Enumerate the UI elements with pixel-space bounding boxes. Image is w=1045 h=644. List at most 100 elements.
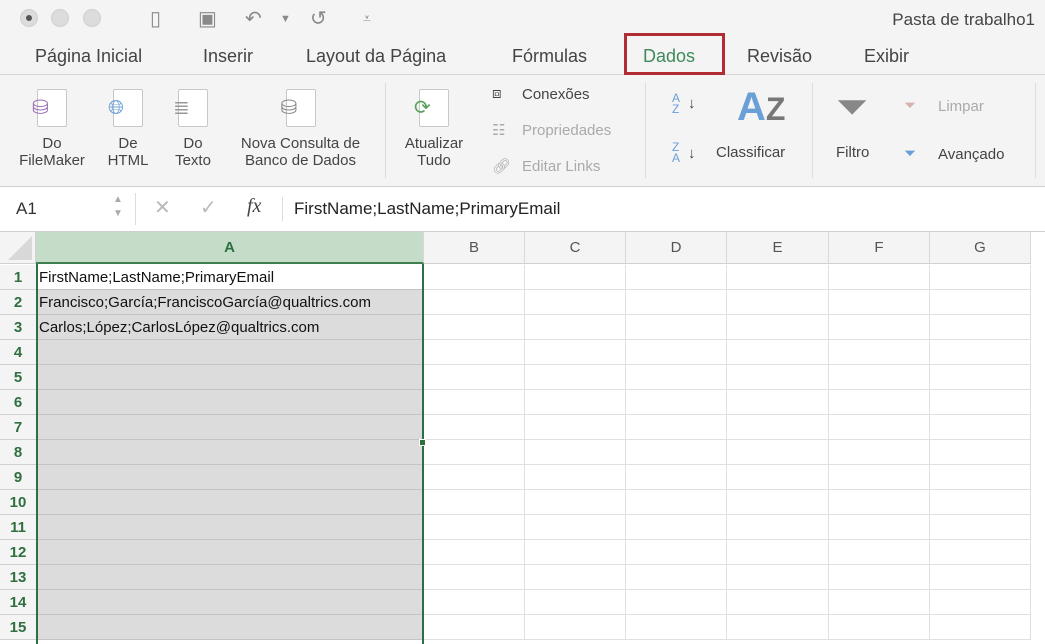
cell-B13[interactable] [424, 565, 525, 590]
cell-D8[interactable] [626, 440, 727, 465]
properties-button[interactable]: Propriedades [522, 122, 611, 139]
cell-G9[interactable] [930, 465, 1031, 490]
cell-C6[interactable] [525, 390, 626, 415]
cell-G8[interactable] [930, 440, 1031, 465]
cell-C7[interactable] [525, 415, 626, 440]
cell-F7[interactable] [829, 415, 930, 440]
row-header-9[interactable]: 9 [0, 465, 36, 490]
cell-B11[interactable] [424, 515, 525, 540]
cell-F3[interactable] [829, 315, 930, 340]
cell-A4[interactable] [36, 340, 424, 365]
cell-E3[interactable] [727, 315, 829, 340]
cell-G12[interactable] [930, 540, 1031, 565]
cell-F2[interactable] [829, 290, 930, 315]
cell-G6[interactable] [930, 390, 1031, 415]
cell-G3[interactable] [930, 315, 1031, 340]
row-header-3[interactable]: 3 [0, 315, 36, 340]
cell-D4[interactable] [626, 340, 727, 365]
cell-G15[interactable] [930, 615, 1031, 640]
zoom-window-button[interactable] [83, 9, 101, 27]
name-box[interactable]: A1 [16, 199, 37, 219]
cell-F5[interactable] [829, 365, 930, 390]
tab-exibir[interactable]: Exibir [864, 46, 909, 67]
select-all-button[interactable] [0, 232, 36, 264]
cell-F6[interactable] [829, 390, 930, 415]
cell-B8[interactable] [424, 440, 525, 465]
redo-icon[interactable]: ↺ [310, 6, 327, 31]
cell-F4[interactable] [829, 340, 930, 365]
advanced-button[interactable]: Avançado [938, 146, 1004, 163]
cell-D9[interactable] [626, 465, 727, 490]
cell-G13[interactable] [930, 565, 1031, 590]
cell-E5[interactable] [727, 365, 829, 390]
cell-B3[interactable] [424, 315, 525, 340]
confirm-icon[interactable]: ✓ [200, 195, 217, 220]
cell-G10[interactable] [930, 490, 1031, 515]
refresh-all-button[interactable]: ⟳ Atualizar Tudo [395, 89, 473, 169]
cell-D1[interactable] [626, 265, 727, 290]
cell-F15[interactable] [829, 615, 930, 640]
column-header-E[interactable]: E [727, 232, 829, 264]
cell-E13[interactable] [727, 565, 829, 590]
row-header-12[interactable]: 12 [0, 540, 36, 565]
cell-C10[interactable] [525, 490, 626, 515]
row-header-14[interactable]: 14 [0, 590, 36, 615]
cell-A12[interactable] [36, 540, 424, 565]
column-header-D[interactable]: D [626, 232, 727, 264]
cell-D14[interactable] [626, 590, 727, 615]
cell-B5[interactable] [424, 365, 525, 390]
cell-C5[interactable] [525, 365, 626, 390]
column-header-A[interactable]: A [36, 232, 424, 264]
cell-B4[interactable] [424, 340, 525, 365]
cell-G2[interactable] [930, 290, 1031, 315]
cell-E1[interactable] [727, 265, 829, 290]
cell-E4[interactable] [727, 340, 829, 365]
cell-A3[interactable]: Carlos;López;CarlosLópez@qualtrics.com [36, 315, 424, 340]
close-window-button[interactable] [20, 9, 38, 27]
column-header-F[interactable]: F [829, 232, 930, 264]
sort-button[interactable]: Classificar [716, 144, 785, 161]
cell-D15[interactable] [626, 615, 727, 640]
cell-A2[interactable]: Francisco;García;FranciscoGarcía@qualtri… [36, 290, 424, 315]
cell-A1[interactable]: FirstName;LastName;PrimaryEmail [36, 265, 424, 290]
row-header-5[interactable]: 5 [0, 365, 36, 390]
cell-C2[interactable] [525, 290, 626, 315]
row-header-11[interactable]: 11 [0, 515, 36, 540]
cell-D3[interactable] [626, 315, 727, 340]
row-header-13[interactable]: 13 [0, 565, 36, 590]
sort-descending-button[interactable]: Z A [672, 141, 684, 164]
cell-B9[interactable] [424, 465, 525, 490]
cell-C8[interactable] [525, 440, 626, 465]
cell-D5[interactable] [626, 365, 727, 390]
filter-button[interactable]: Filtro [836, 144, 869, 161]
row-header-4[interactable]: 4 [0, 340, 36, 365]
row-header-1[interactable]: 1 [0, 265, 36, 290]
cell-C13[interactable] [525, 565, 626, 590]
sidebar-toggle-icon[interactable]: ▯ [150, 6, 161, 31]
cell-A10[interactable] [36, 490, 424, 515]
cell-A11[interactable] [36, 515, 424, 540]
tab-revisao[interactable]: Revisão [747, 46, 812, 67]
row-header-8[interactable]: 8 [0, 440, 36, 465]
cell-D11[interactable] [626, 515, 727, 540]
cell-E6[interactable] [727, 390, 829, 415]
cell-F9[interactable] [829, 465, 930, 490]
cell-F11[interactable] [829, 515, 930, 540]
cell-C15[interactable] [525, 615, 626, 640]
minimize-window-button[interactable] [51, 9, 69, 27]
cell-G14[interactable] [930, 590, 1031, 615]
edit-links-button[interactable]: Editar Links [522, 158, 600, 175]
cell-C11[interactable] [525, 515, 626, 540]
sort-ascending-button[interactable]: A Z [672, 92, 684, 115]
fill-handle[interactable] [419, 439, 426, 446]
cell-A5[interactable] [36, 365, 424, 390]
cell-B12[interactable] [424, 540, 525, 565]
cell-G4[interactable] [930, 340, 1031, 365]
connections-button[interactable]: Conexões [522, 86, 590, 103]
cell-G7[interactable] [930, 415, 1031, 440]
cell-E15[interactable] [727, 615, 829, 640]
tab-formulas[interactable]: Fórmulas [512, 46, 587, 67]
column-header-G[interactable]: G [930, 232, 1031, 264]
cell-F8[interactable] [829, 440, 930, 465]
cell-E9[interactable] [727, 465, 829, 490]
